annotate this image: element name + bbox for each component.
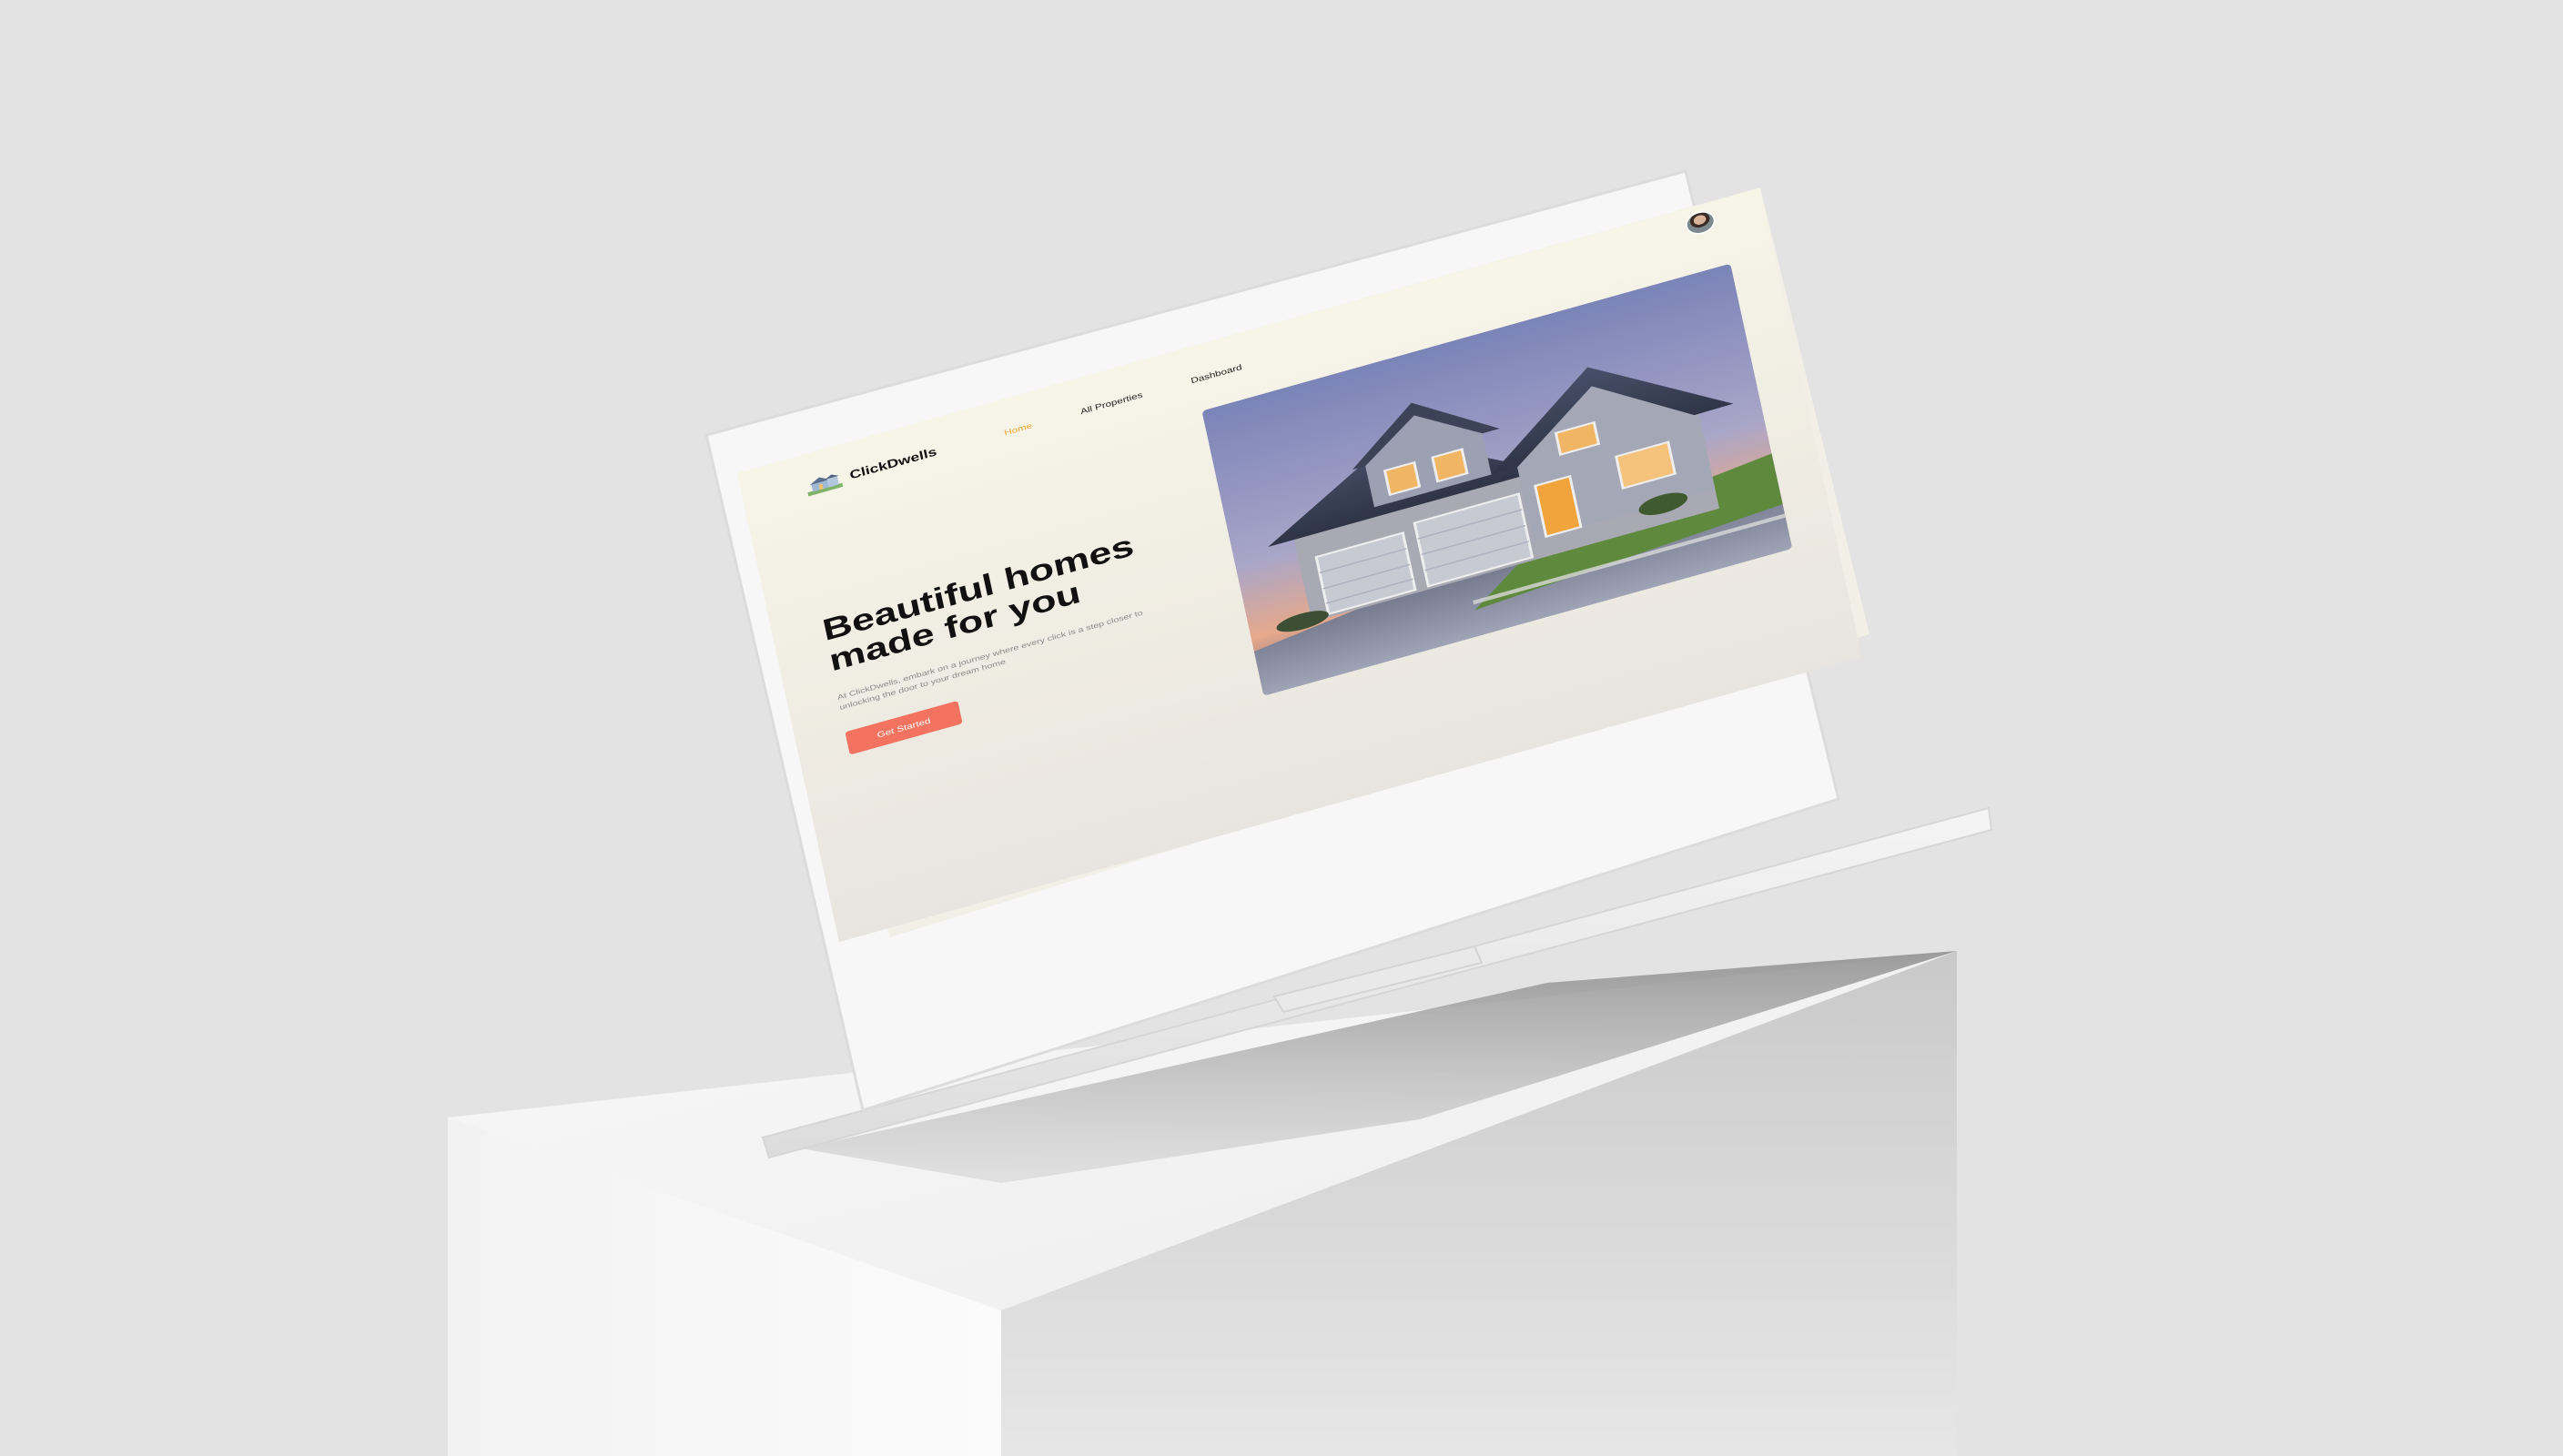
nav-dashboard[interactable]: Dashboard xyxy=(1190,362,1242,385)
brand[interactable]: ClickDwells xyxy=(805,441,939,498)
house-photo xyxy=(1201,263,1793,696)
user-avatar[interactable] xyxy=(1683,207,1718,238)
house-logo-icon xyxy=(807,474,844,497)
nav-home[interactable]: Home xyxy=(1003,420,1033,437)
brand-name: ClickDwells xyxy=(848,444,938,482)
get-started-button[interactable]: Get Started xyxy=(845,700,963,755)
nav-all-properties[interactable]: All Properties xyxy=(1079,390,1143,417)
